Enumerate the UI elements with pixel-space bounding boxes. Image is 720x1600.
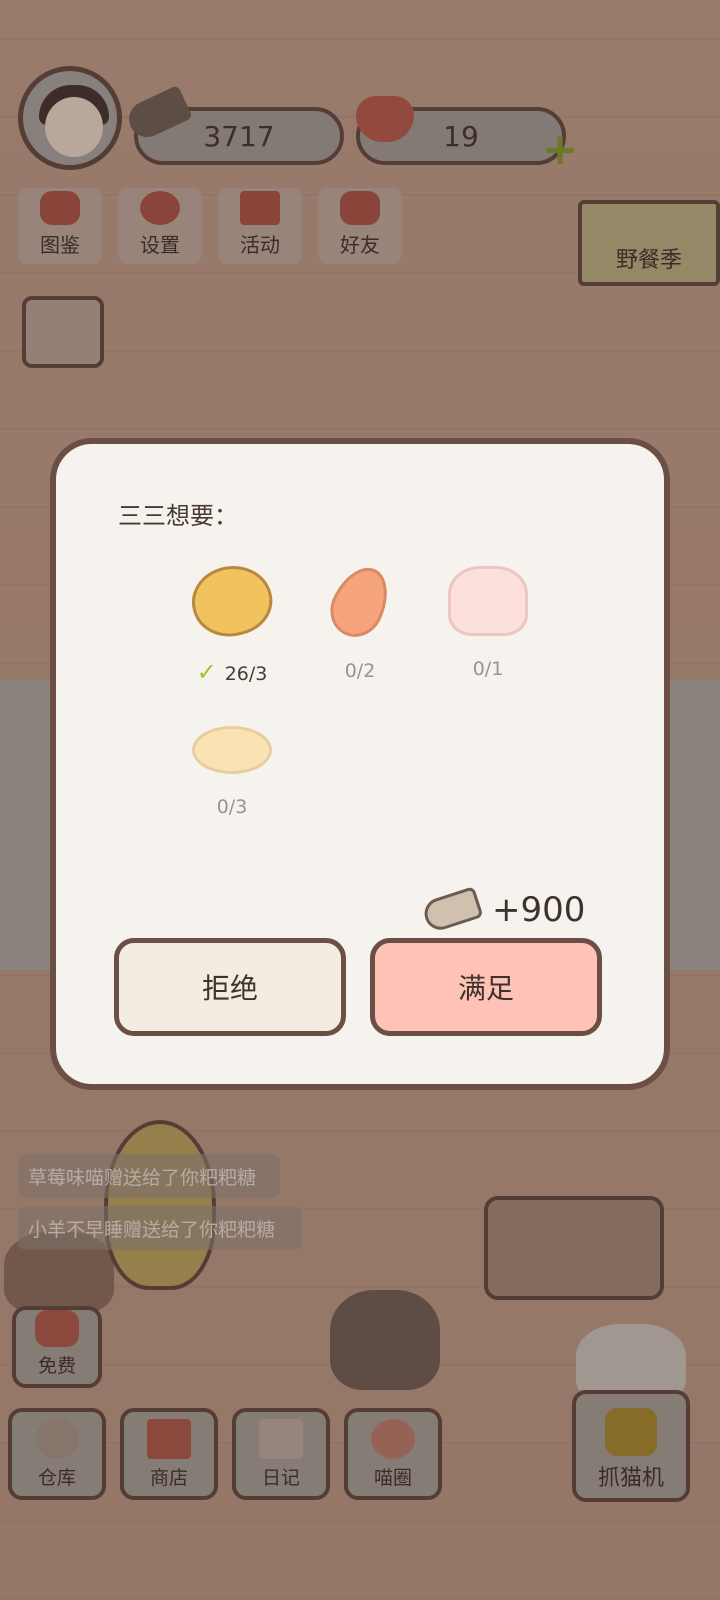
requirement-count: 0/2 <box>344 660 376 682</box>
potato-icon <box>184 556 280 646</box>
carrot-icon <box>321 558 399 646</box>
requirement-potato: ✓ 26/3 <box>182 556 282 686</box>
dialog-title: 三三想要： <box>118 502 238 530</box>
requirement-count: 0/3 <box>216 796 248 818</box>
requirement-rice: 0/3 <box>182 716 282 818</box>
requirement-carrot: 0/2 <box>310 558 410 682</box>
reject-label: 拒绝 <box>201 972 258 1005</box>
reward-display: +900 <box>420 886 586 934</box>
fish-coin-icon <box>420 886 484 934</box>
accept-button[interactable]: 满足 <box>370 938 602 1036</box>
rice-icon <box>192 726 272 774</box>
jelly-icon <box>448 566 528 636</box>
count-text: 26/3 <box>224 663 268 685</box>
requirement-jelly: 0/1 <box>438 566 538 680</box>
reward-amount: +900 <box>492 890 586 930</box>
reject-button[interactable]: 拒绝 <box>114 938 346 1036</box>
requirement-count: 0/1 <box>472 658 504 680</box>
requirement-count: ✓ 26/3 <box>182 658 282 686</box>
check-icon: ✓ <box>196 658 217 686</box>
accept-label: 满足 <box>457 972 514 1005</box>
cat-request-dialog: 三三想要： ✓ 26/3 0/2 0/1 0/3 +900 拒绝 满足 <box>50 438 670 1090</box>
